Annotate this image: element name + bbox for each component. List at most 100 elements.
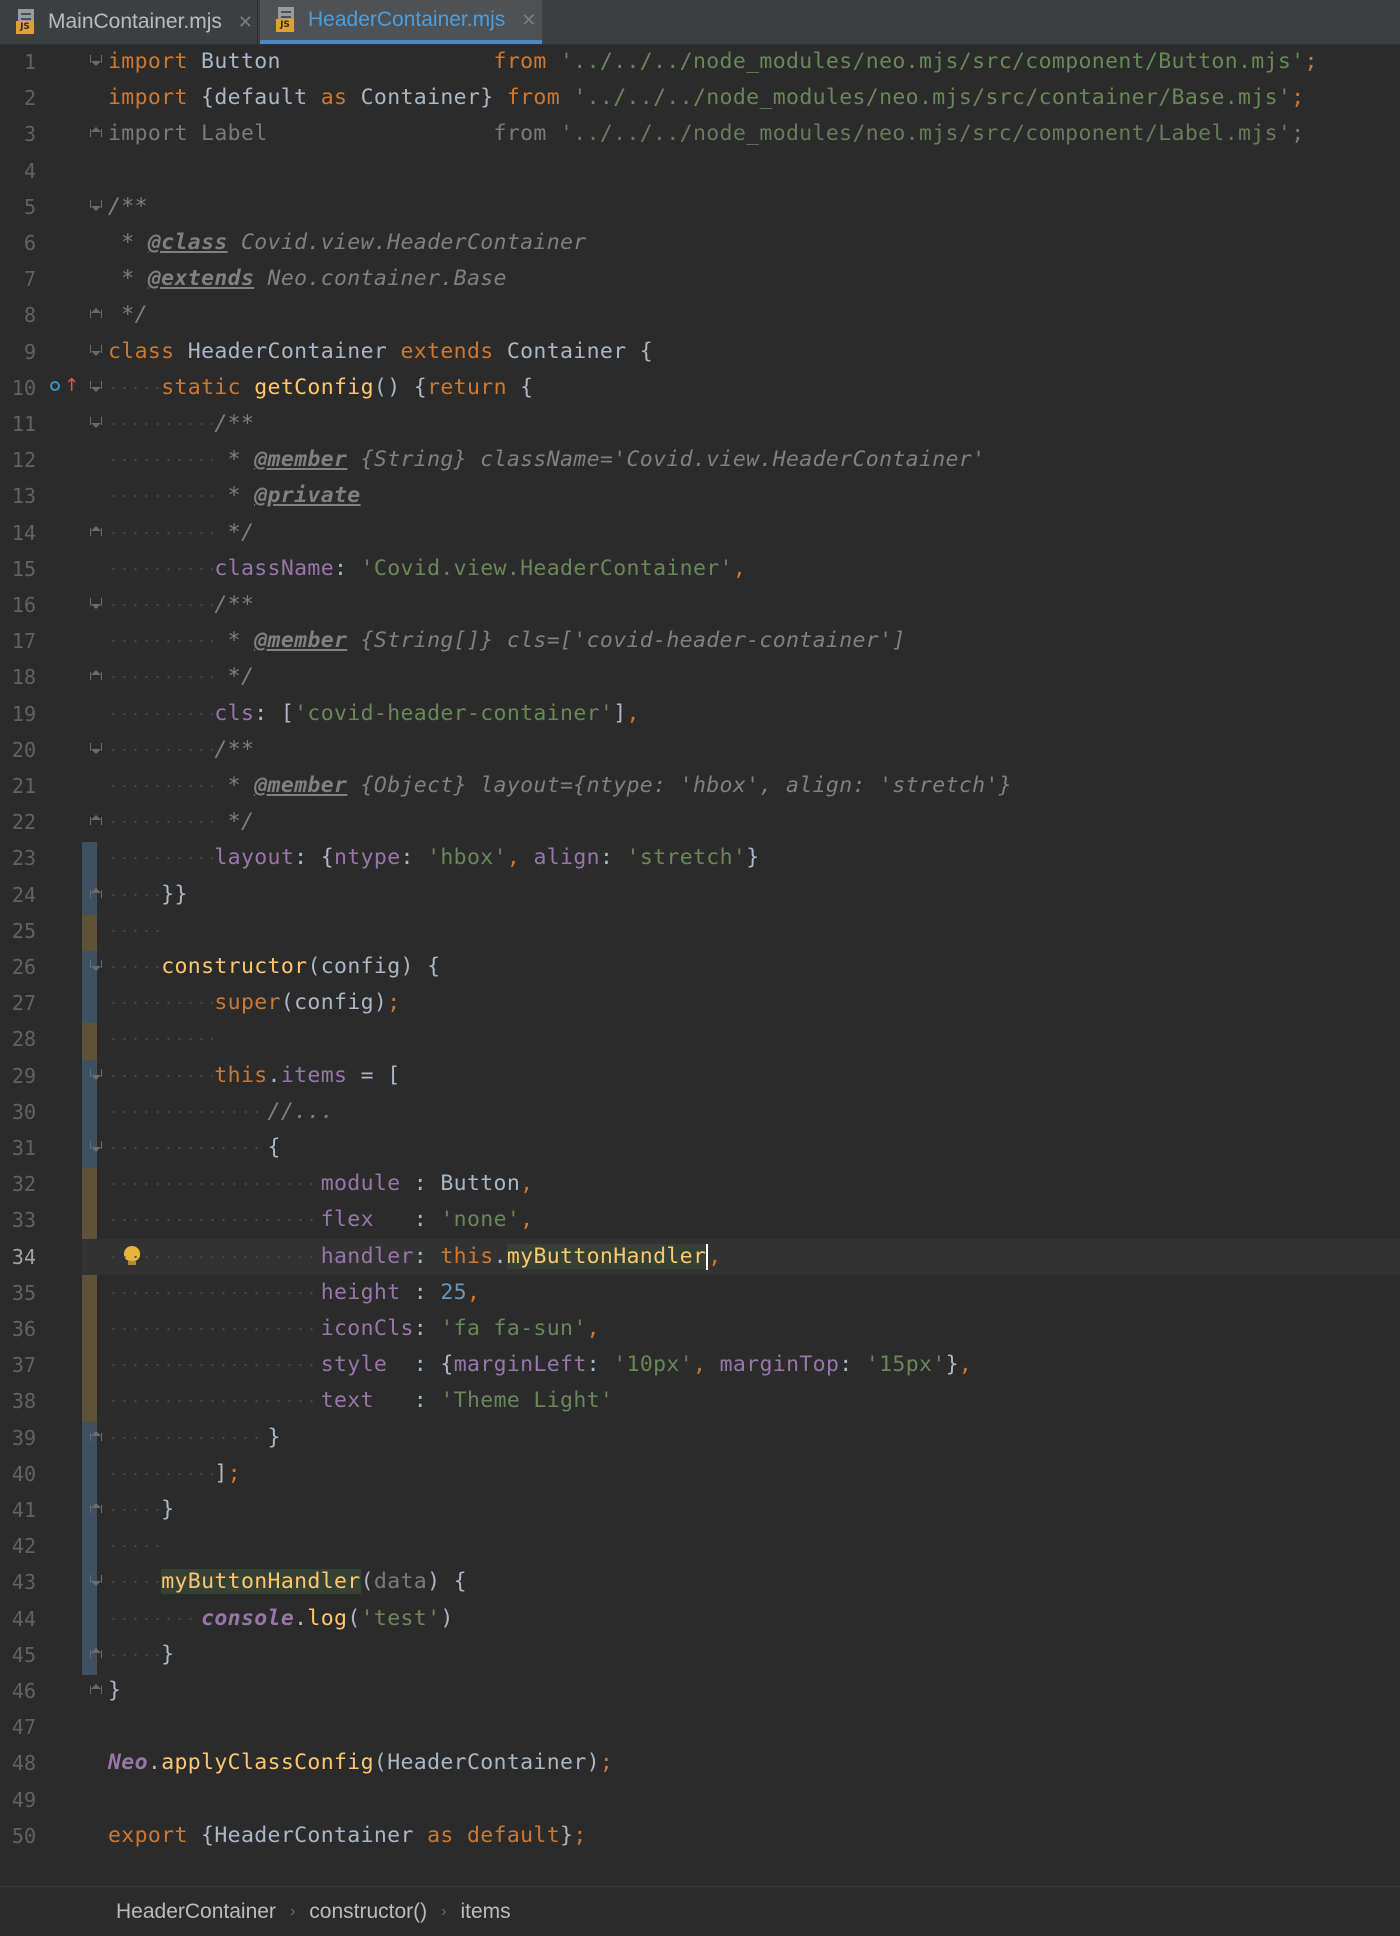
fold-end-icon[interactable] <box>90 1503 102 1517</box>
indent-guide <box>108 1654 161 1656</box>
code-token: : <box>373 1207 441 1232</box>
tab-header-container[interactable]: JS HeaderContainer.mjs ✕ <box>260 0 542 44</box>
line-number: 8 <box>23 303 36 327</box>
code-line[interactable]: /** <box>108 587 254 623</box>
code-line[interactable]: Neo.applyClassConfig(HeaderContainer); <box>108 1745 613 1781</box>
code-line[interactable]: cls: ['covid-header-container'], <box>108 696 640 732</box>
code-line[interactable]: * @extends Neo.container.Base <box>108 261 507 297</box>
code-line[interactable]: */ <box>108 515 254 551</box>
fold-end-icon[interactable] <box>90 1684 102 1698</box>
code-line[interactable]: myButtonHandler(data) { <box>108 1564 467 1600</box>
code-token: Button <box>187 49 494 74</box>
code-line[interactable]: * @member {Object} layout={ntype: 'hbox'… <box>108 768 1012 804</box>
code-token: : <box>839 1352 866 1377</box>
code-line[interactable]: /** <box>108 189 148 225</box>
fold-icon[interactable] <box>90 1141 102 1153</box>
close-icon[interactable]: ✕ <box>238 12 253 33</box>
tab-main-container[interactable]: JS MainContainer.mjs ✕ <box>0 0 258 44</box>
code-line[interactable]: ]; <box>108 1456 241 1492</box>
code-line[interactable]: export {HeaderContainer as default}; <box>108 1818 587 1854</box>
code-line[interactable]: console.log('test') <box>108 1601 454 1637</box>
code-line[interactable]: text : 'Theme Light' <box>108 1383 613 1419</box>
fold-icon[interactable] <box>90 381 102 393</box>
code-line[interactable]: } <box>108 1420 281 1456</box>
line-number: 1 <box>23 50 36 74</box>
code-line[interactable]: constructor(config) { <box>108 949 440 985</box>
code-line[interactable]: import Button from '../../../node_module… <box>108 44 1318 80</box>
code-line[interactable]: flex : 'none', <box>108 1202 533 1238</box>
code-token: : [ <box>254 701 295 726</box>
indent-guide <box>108 1038 213 1040</box>
code-token: : { <box>387 1352 454 1377</box>
code-line[interactable]: iconCls: 'fa fa-sun', <box>108 1311 600 1347</box>
fold-end-icon[interactable] <box>90 670 102 684</box>
fold-icon[interactable] <box>90 200 102 212</box>
code-line[interactable]: handler: this.myButtonHandler, <box>108 1239 722 1275</box>
breadcrumb-item-constructor[interactable]: constructor() <box>309 1900 427 1924</box>
code-token: log <box>307 1606 348 1631</box>
code-line[interactable]: * @member {String[]} cls=['covid-header-… <box>108 623 906 659</box>
fold-end-icon[interactable] <box>90 127 102 141</box>
code-line[interactable]: /** <box>108 406 254 442</box>
code-token: : <box>373 1388 441 1413</box>
close-icon[interactable]: ✕ <box>521 10 536 31</box>
fold-icon[interactable] <box>90 345 102 357</box>
code-token: ; <box>599 1750 614 1775</box>
code-line[interactable]: } <box>108 1492 174 1528</box>
fold-end-icon[interactable] <box>90 1431 102 1445</box>
code-line[interactable]: */ <box>108 804 254 840</box>
code-line[interactable]: style : {marginLeft: '10px', marginTop: … <box>108 1347 972 1383</box>
code-line[interactable]: * @private <box>108 478 361 514</box>
code-line[interactable]: }} <box>108 877 188 913</box>
code-line[interactable]: import {default as Container} from '../.… <box>108 80 1305 116</box>
code-token: , <box>466 1280 481 1305</box>
code-token: 25 <box>440 1280 467 1305</box>
code-token: myButtonHandler <box>506 1244 707 1269</box>
fold-end-icon[interactable] <box>90 1648 102 1662</box>
code-line[interactable]: /** <box>108 732 254 768</box>
vcs-change-marker <box>82 915 97 951</box>
fold-icon[interactable] <box>90 743 102 755</box>
code-line[interactable]: static getConfig() {return { <box>108 370 533 406</box>
code-line[interactable]: } <box>108 1637 174 1673</box>
code-line[interactable]: super(config); <box>108 985 401 1021</box>
code-line[interactable]: import Label from '../../../node_modules… <box>108 116 1304 152</box>
overrides-method-icon[interactable]: ↑ <box>48 376 79 400</box>
fold-end-icon[interactable] <box>90 526 102 540</box>
code-token: */ <box>214 809 255 834</box>
code-token: ; <box>573 1823 587 1848</box>
indent-guide <box>108 1256 318 1258</box>
indent-guide <box>108 1147 266 1149</box>
code-line[interactable]: height : 25, <box>108 1275 480 1311</box>
fold-end-icon[interactable] <box>90 308 102 322</box>
code-line[interactable]: { <box>108 1130 281 1166</box>
code-line[interactable]: * @class Covid.view.HeaderContainer <box>108 225 587 261</box>
code-token: : <box>586 1352 614 1377</box>
fold-end-icon[interactable] <box>90 815 102 829</box>
fold-icon[interactable] <box>90 598 102 610</box>
code-line[interactable]: //... <box>108 1094 334 1130</box>
fold-icon[interactable] <box>90 1575 102 1587</box>
fold-icon[interactable] <box>90 55 102 67</box>
code-line[interactable]: */ <box>108 297 148 333</box>
code-line[interactable]: class HeaderContainer extends Container … <box>108 334 653 370</box>
indent-guide <box>108 1473 213 1475</box>
fold-icon[interactable] <box>90 1069 102 1081</box>
code-line[interactable]: className: 'Covid.view.HeaderContainer', <box>108 551 746 587</box>
breadcrumb-item-items[interactable]: items <box>460 1900 510 1924</box>
line-number: 3 <box>23 122 36 146</box>
code-line[interactable]: layout: {ntype: 'hbox', align: 'stretch'… <box>108 840 759 876</box>
indent-guide <box>108 1545 161 1547</box>
code-token: , <box>586 1316 600 1341</box>
code-line[interactable]: * @member {String} className='Covid.view… <box>108 442 985 478</box>
code-token: Container { <box>493 339 654 364</box>
code-token: 'Covid.view.HeaderContainer' <box>360 556 733 581</box>
breadcrumb-item-class[interactable]: HeaderContainer <box>116 1900 276 1924</box>
code-line[interactable]: } <box>108 1673 121 1709</box>
fold-icon[interactable] <box>90 960 102 972</box>
code-line[interactable]: */ <box>108 659 254 695</box>
fold-end-icon[interactable] <box>90 888 102 902</box>
fold-icon[interactable] <box>90 417 102 429</box>
code-line[interactable]: this.items = [ <box>108 1058 401 1094</box>
code-line[interactable]: module : Button, <box>108 1166 533 1202</box>
